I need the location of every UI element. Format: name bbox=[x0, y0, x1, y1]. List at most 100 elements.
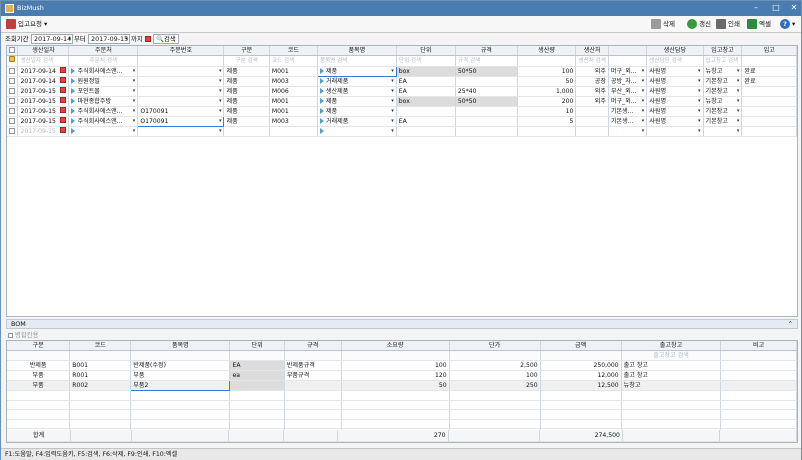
cell-unit[interactable]: box bbox=[396, 96, 456, 108]
cell-qty[interactable]: 200 bbox=[517, 96, 577, 108]
chevron-down-icon[interactable]: ▾ bbox=[219, 127, 222, 136]
column-filter[interactable]: 주문처 검색 bbox=[68, 55, 139, 68]
expand-icon[interactable] bbox=[319, 128, 324, 135]
chevron-down-icon[interactable]: ▾ bbox=[698, 97, 701, 106]
cell-spec[interactable]: 50*50 bbox=[455, 66, 518, 78]
bom-column-header[interactable]: 비고 bbox=[720, 341, 797, 352]
select-all-checkbox[interactable] bbox=[7, 46, 19, 57]
cell-staff[interactable]: 사원명 ▾ bbox=[646, 96, 704, 108]
chevron-down-icon[interactable]: ▾ bbox=[219, 77, 222, 86]
cell-spec[interactable] bbox=[455, 116, 518, 128]
cell-maker2[interactable]: 기본생... ▾ bbox=[608, 116, 648, 128]
cell-wh[interactable]: 뉴창고 ▾ bbox=[703, 66, 743, 78]
column-header[interactable]: 주문처 bbox=[68, 46, 139, 57]
chevron-down-icon[interactable]: ▾ bbox=[133, 127, 136, 136]
bom-cell-type[interactable]: 부품 bbox=[7, 380, 71, 392]
bom-column-header[interactable]: 코드 bbox=[69, 341, 132, 352]
cell-client[interactable]: 주식회사에스앤... ▾ bbox=[68, 106, 139, 118]
column-header[interactable]: 단위 bbox=[396, 46, 456, 57]
cell-item[interactable]: 제품 ▾ bbox=[316, 66, 397, 78]
column-filter[interactable]: 생산일자 검색 bbox=[17, 55, 70, 68]
cell-type[interactable]: 제품 bbox=[223, 86, 270, 98]
table-row[interactable]: 2017-09-15 포인트몰 ▾ ▾ 제품 M006 생산제품 ▾ EA 25*40 1,000 외… bbox=[7, 86, 797, 98]
cell-status[interactable] bbox=[741, 86, 797, 98]
chevron-down-icon[interactable]: ▾ bbox=[219, 87, 222, 96]
cell-item[interactable]: 생산제품 ▾ bbox=[317, 86, 397, 98]
cell-unit[interactable]: box bbox=[396, 66, 456, 78]
chevron-down-icon[interactable]: ▾ bbox=[391, 107, 394, 116]
bom-cell-wh[interactable]: 출고 창고 bbox=[621, 360, 722, 372]
cell-order[interactable]: ▾ bbox=[137, 76, 225, 88]
cell-order[interactable]: O170091 ▾ bbox=[137, 116, 225, 128]
cell-client[interactable]: 원원정밀 ▾ bbox=[68, 76, 139, 88]
cell-spec[interactable] bbox=[455, 76, 518, 88]
cell-staff[interactable]: 사원명 ▾ bbox=[646, 86, 704, 98]
cell-maker2[interactable]: 머구_외... ▾ bbox=[608, 96, 648, 108]
column-filter[interactable]: 규격 검색 bbox=[455, 55, 518, 68]
bom-toggle[interactable]: 병합칸용 bbox=[8, 331, 39, 340]
expand-icon[interactable] bbox=[71, 98, 76, 105]
cell-qty[interactable]: 50 bbox=[517, 76, 577, 88]
chevron-down-icon[interactable]: ▾ bbox=[391, 117, 394, 126]
column-header[interactable]: 품목명 bbox=[317, 46, 397, 57]
bom-cell-note[interactable] bbox=[720, 370, 797, 382]
cell-unit[interactable]: EA bbox=[396, 86, 456, 98]
table-row[interactable]: 2017-09-15 마현종합주방 ▾ ▾ 제품 M001 제품 ▾ box 50*50 200 외주… bbox=[7, 96, 797, 108]
chevron-down-icon[interactable]: ▾ bbox=[737, 67, 740, 76]
bom-column-header[interactable]: 소요량 bbox=[341, 341, 450, 352]
refresh-button[interactable]: 갱신 bbox=[687, 18, 711, 31]
expand-icon[interactable] bbox=[319, 118, 324, 125]
chevron-down-icon[interactable]: ▾ bbox=[133, 77, 136, 86]
cell-wh[interactable]: 기본창고 ▾ bbox=[703, 116, 743, 128]
bom-toggle-checkbox[interactable] bbox=[8, 332, 13, 338]
row-checkbox[interactable] bbox=[7, 86, 19, 98]
column-filter[interactable] bbox=[741, 55, 797, 68]
cell-status[interactable]: 완료 bbox=[741, 76, 797, 88]
chevron-down-icon[interactable]: ▾ bbox=[133, 107, 136, 116]
calendar-icon[interactable] bbox=[60, 77, 67, 84]
column-filter[interactable]: 생산처 검색 bbox=[575, 55, 609, 68]
chevron-down-icon[interactable]: ▾ bbox=[737, 77, 740, 86]
bom-cell-amount[interactable]: 12,500 bbox=[540, 380, 622, 392]
maximize-button[interactable]: □ bbox=[767, 2, 785, 14]
chevron-down-icon[interactable]: ▾ bbox=[391, 127, 394, 136]
column-header[interactable]: 생산일자 bbox=[17, 46, 70, 57]
bom-cell-unit[interactable] bbox=[229, 380, 285, 392]
cell-staff[interactable]: 사원명 ▾ bbox=[646, 76, 704, 88]
expand-icon[interactable] bbox=[71, 118, 76, 125]
table-row[interactable]: 2017-09-15 ▾ ▾ ▾ ▾ ▾ ▾ bbox=[7, 126, 797, 138]
chevron-down-icon[interactable]: ▾ bbox=[219, 118, 222, 126]
expand-icon[interactable] bbox=[319, 78, 324, 85]
date-from-input[interactable]: 2017-09-14 ▾ bbox=[31, 34, 73, 44]
bom-cell-note[interactable] bbox=[720, 360, 797, 372]
column-filter[interactable]: 구분 검색 bbox=[223, 55, 270, 68]
checkbox[interactable] bbox=[9, 108, 16, 115]
cell-maker2[interactable]: ▾ bbox=[608, 126, 648, 138]
cell-client[interactable]: 마현종합주방 ▾ bbox=[68, 96, 139, 108]
cell-item[interactable]: 거래제품 ▾ bbox=[317, 76, 397, 88]
bom-column-filter[interactable] bbox=[69, 350, 132, 362]
cell-maker2[interactable]: 기본생... ▾ bbox=[608, 106, 648, 118]
chevron-down-icon[interactable]: ▾ bbox=[737, 107, 740, 116]
cell-type[interactable]: 제품 bbox=[223, 66, 270, 78]
cell-spec[interactable] bbox=[455, 106, 518, 118]
bom-column-header[interactable]: 출고창고 bbox=[621, 341, 722, 352]
chevron-down-icon[interactable]: ▾ bbox=[642, 97, 645, 106]
column-header[interactable]: 생산처 bbox=[575, 46, 609, 57]
bom-column-header[interactable]: 구분 bbox=[7, 341, 71, 352]
bom-cell-spec[interactable] bbox=[284, 380, 342, 392]
chevron-down-icon[interactable]: ▾ bbox=[698, 67, 701, 76]
cell-staff[interactable]: 사원명 ▾ bbox=[646, 106, 704, 118]
bom-column-filter[interactable] bbox=[7, 350, 71, 362]
column-header[interactable]: 구분 bbox=[223, 46, 270, 57]
cell-unit[interactable]: EA bbox=[396, 116, 456, 128]
cell-status[interactable] bbox=[741, 116, 797, 128]
column-header[interactable]: 입고창고 bbox=[703, 46, 743, 57]
checkbox[interactable] bbox=[9, 78, 16, 85]
chevron-down-icon[interactable]: ▾ bbox=[642, 67, 645, 76]
table-row[interactable]: 2017-09-14 주식회사에스앤... ▾ ▾ 제품 M001 제품 ▾ box 50*50 1… bbox=[7, 66, 797, 78]
cell-order[interactable]: ▾ bbox=[137, 96, 225, 108]
cell-qty[interactable]: 10 bbox=[517, 106, 577, 118]
bom-cell-code[interactable]: R001 bbox=[69, 370, 132, 382]
cell-unit[interactable] bbox=[396, 106, 456, 118]
